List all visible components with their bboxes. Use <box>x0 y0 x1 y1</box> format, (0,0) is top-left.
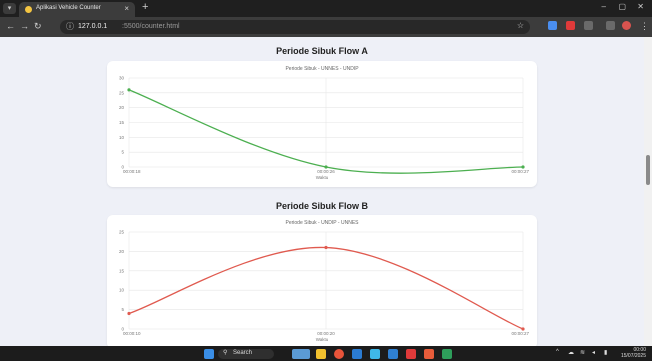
maximize-button[interactable]: ▢ <box>618 2 626 11</box>
flow-b-chart: Periode Sibuk - UNDIP - UNNES05101520250… <box>119 220 529 342</box>
flow-a-heading: Periode Sibuk Flow A <box>276 46 368 56</box>
flow-b-xtick-label: 00:00:27 <box>511 331 529 336</box>
url-path: :5500/counter.html <box>122 23 180 30</box>
taskbar-app-edge[interactable] <box>370 349 380 359</box>
minimize-button[interactable]: – <box>602 2 606 11</box>
flow-b-data-point <box>324 245 328 250</box>
download-icon[interactable] <box>606 21 615 30</box>
taskbar-search-label: Search <box>233 350 253 356</box>
site-info-icon[interactable]: ⓘ <box>66 21 74 32</box>
browser-toolbar: ← → ↻ ⓘ 127.0.0.1 :5500/counter.html ☆ ⋮ <box>0 17 652 37</box>
flow-a-x-axis-label: Waktu <box>316 175 329 180</box>
flow-b-ytick-label: 20 <box>119 249 125 254</box>
clock-date: 15/07/2025 <box>620 353 646 359</box>
flow-b-data-point <box>127 311 131 316</box>
tab-favicon-icon <box>25 6 32 13</box>
flow-a-ytick-label: 25 <box>119 90 125 95</box>
flow-b-ytick-label: 5 <box>121 307 124 312</box>
taskbar-app-widgets[interactable] <box>292 349 310 359</box>
flow-a-xtick-label: 00:00:27 <box>511 169 529 174</box>
tray-volume-icon[interactable]: ◂ <box>592 349 595 356</box>
flow-b-chart-card: Periode Sibuk - UNDIP - UNNES 0 5 10 15 20 25 0… <box>107 215 537 346</box>
browser-menu-icon[interactable]: ⋮ <box>640 21 649 32</box>
flow-a-ytick-label: 30 <box>119 76 125 81</box>
profile-avatar[interactable] <box>622 21 631 30</box>
flow-a-ytick-label: 5 <box>121 150 124 155</box>
taskbar-app-explorer[interactable] <box>316 349 326 359</box>
tab-title: Aplikasi Vehicle Counter <box>36 5 101 11</box>
tray-cloud-icon[interactable]: ☁ <box>568 349 574 356</box>
flow-b-x-axis-label: Waktu <box>316 337 329 342</box>
taskbar-app-vscode[interactable] <box>388 349 398 359</box>
tab-close-icon[interactable]: × <box>124 4 129 13</box>
flow-a-xtick-label: 00:00:26 <box>317 169 335 174</box>
flow-a-chart-card: Periode Sibuk - UNNES - UNDIP 0 5 10 15 20 25 3… <box>107 61 537 187</box>
start-button[interactable] <box>204 349 214 359</box>
address-bar[interactable]: ⓘ 127.0.0.1 :5500/counter.html ☆ <box>60 20 530 34</box>
url-host: 127.0.0.1 <box>78 23 108 30</box>
flow-b-ytick-label: 10 <box>119 288 125 293</box>
tab-search-button[interactable]: ▾ <box>3 3 16 14</box>
flow-a-xtick-label: 00:00:18 <box>123 169 141 174</box>
search-icon: ⚲ <box>223 350 228 356</box>
flow-b-data-point <box>521 327 525 331</box>
flow-a-chart-title: Periode Sibuk - UNNES - UNDIP <box>285 66 359 72</box>
bookmark-star-icon[interactable]: ☆ <box>517 21 524 30</box>
tray-wifi-icon[interactable]: ≋ <box>580 349 585 356</box>
flow-a-data-point <box>127 88 131 92</box>
tray-chevron-icon[interactable]: ^ <box>556 349 559 355</box>
forward-icon[interactable]: → <box>20 21 29 31</box>
browser-tab-strip: ▾ Aplikasi Vehicle Counter × + – ▢ ✕ <box>0 0 652 17</box>
taskbar-app-store[interactable] <box>352 349 362 359</box>
flow-a-ytick-label: 20 <box>119 105 125 110</box>
extension-icon-blue[interactable] <box>548 21 557 30</box>
flow-b-heading: Periode Sibuk Flow B <box>275 201 368 211</box>
taskbar-search[interactable]: ⚲ Search <box>218 349 274 359</box>
page-viewport: Periode Sibuk Flow A Periode Sibuk - UNN… <box>0 37 652 346</box>
taskbar-app-photos[interactable] <box>424 349 434 359</box>
taskbar-app-mail[interactable] <box>406 349 416 359</box>
flow-a-ytick-label: 10 <box>119 135 125 140</box>
extensions-puzzle-icon[interactable] <box>584 21 593 30</box>
extension-icon-red[interactable] <box>566 21 575 30</box>
taskbar-app-sheets[interactable] <box>442 349 452 359</box>
page-scrollbar[interactable] <box>644 37 652 346</box>
flow-b-xtick-label: 00:00:20 <box>317 331 335 336</box>
taskbar-app-chrome[interactable] <box>334 349 344 359</box>
close-window-button[interactable]: ✕ <box>637 2 644 11</box>
flow-b-chart-title: Periode Sibuk - UNDIP - UNNES <box>286 220 360 226</box>
windows-taskbar: ⚲ Search ^ ☁ ≋ ◂ ▮ 00:00 15/07/2025 <box>0 346 652 361</box>
back-icon[interactable]: ← <box>6 21 15 31</box>
flow-a-chart: Periode Sibuk - UNNES - UNDIP05101520253… <box>119 66 529 180</box>
scrollbar-thumb[interactable] <box>646 155 650 185</box>
flow-b-ytick-label: 15 <box>119 268 125 273</box>
tray-battery-icon[interactable]: ▮ <box>604 349 607 356</box>
new-tab-button[interactable]: + <box>142 1 148 13</box>
reload-icon[interactable]: ↻ <box>34 21 42 32</box>
taskbar-clock[interactable]: 00:00 15/07/2025 <box>621 347 646 359</box>
flow-a-ytick-label: 15 <box>119 120 125 125</box>
flow-b-ytick-label: 25 <box>119 230 125 235</box>
flow-a-data-point <box>324 165 328 169</box>
flow-b-xtick-label: 00:00:10 <box>123 331 141 336</box>
flow-a-data-point <box>521 165 525 169</box>
browser-tab[interactable]: Aplikasi Vehicle Counter × <box>19 2 135 17</box>
